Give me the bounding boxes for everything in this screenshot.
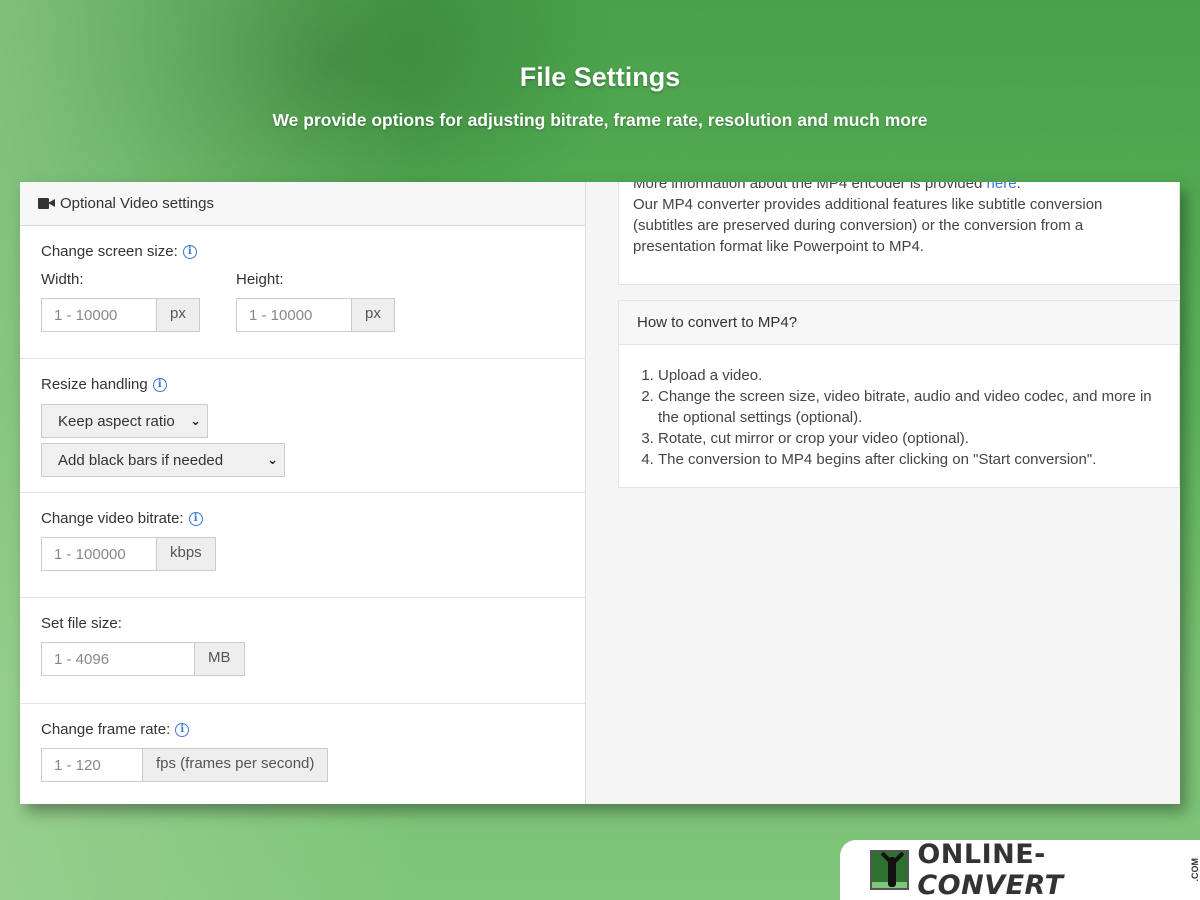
file-size-input[interactable]: [41, 642, 194, 676]
bitrate-section: Change video bitrate: i kbps: [20, 493, 585, 598]
video-settings-title: Optional Video settings: [60, 195, 214, 212]
file-size-label: Set file size:: [41, 615, 122, 632]
logo-domain: .COM: [1190, 858, 1200, 882]
howto-title: How to convert to MP4?: [619, 301, 1179, 345]
width-unit: px: [156, 298, 200, 332]
width-label: Width:: [41, 271, 84, 288]
encoder-info-link[interactable]: here: [987, 182, 1017, 192]
bitrate-input[interactable]: [41, 537, 156, 571]
video-settings-column: Optional Video settings Change screen si…: [20, 182, 586, 804]
logo-name-part2: CONVERT: [917, 870, 1064, 900]
video-camera-icon: [38, 198, 55, 209]
frame-rate-section: Change frame rate: i fps (frames per sec…: [20, 704, 585, 804]
encoder-info-text: More information about the MP4 encoder i…: [633, 182, 983, 192]
list-item: Rotate, cut mirror or crop your video (o…: [658, 428, 1169, 449]
height-label: Height:: [236, 271, 284, 288]
frame-rate-input-group: fps (frames per second): [41, 748, 329, 782]
chevron-down-icon: ⌄: [267, 452, 278, 467]
width-input[interactable]: [41, 298, 156, 332]
logo-name-part1: ONLINE-: [917, 839, 1046, 870]
black-bars-select[interactable]: Add black bars if needed ⌄: [41, 443, 285, 477]
video-settings-header: Optional Video settings: [20, 182, 585, 226]
info-icon[interactable]: i: [182, 244, 197, 259]
info-column: More information about the MP4 encoder i…: [586, 182, 1180, 804]
bitrate-unit: kbps: [156, 537, 216, 571]
info-icon[interactable]: i: [175, 722, 190, 737]
bitrate-label: Change video bitrate:: [41, 510, 184, 527]
list-item: Change the screen size, video bitrate, a…: [658, 386, 1169, 428]
info-icon[interactable]: i: [152, 377, 167, 392]
frame-rate-label: Change frame rate:: [41, 721, 171, 738]
howto-steps: Upload a video. Change the screen size, …: [619, 345, 1179, 470]
list-item: The conversion to MP4 begins after click…: [658, 449, 1169, 470]
file-size-unit: MB: [194, 642, 245, 676]
logo-wordmark: ONLINE-CONVERT: [917, 839, 1187, 900]
page-subtitle: We provide options for adjusting bitrate…: [272, 110, 928, 130]
encoder-info-box: More information about the MP4 encoder i…: [618, 182, 1180, 285]
frame-rate-unit: fps (frames per second): [142, 748, 329, 782]
aspect-ratio-value: Keep aspect ratio: [58, 412, 175, 430]
resize-handling-section: Resize handling i Keep aspect ratio ⌄ Ad…: [20, 359, 585, 493]
height-input-group: px: [236, 298, 395, 332]
width-input-group: px: [41, 298, 200, 332]
aspect-ratio-select[interactable]: Keep aspect ratio ⌄: [41, 404, 208, 438]
resize-handling-label: Resize handling: [41, 376, 148, 393]
screen-size-label: Change screen size:: [41, 243, 178, 260]
list-item: Upload a video.: [658, 365, 1169, 386]
height-input[interactable]: [236, 298, 351, 332]
howto-box: How to convert to MP4? Upload a video. C…: [618, 300, 1180, 488]
black-bars-value: Add black bars if needed: [58, 451, 224, 469]
file-size-section: Set file size: MB: [20, 598, 585, 704]
chevron-down-icon: ⌄: [190, 413, 201, 428]
online-convert-logo: ONLINE-CONVERT .COM: [840, 839, 1200, 900]
logo-figure-icon: [870, 850, 910, 890]
screen-size-section: Change screen size: i Width: Height: px …: [20, 226, 585, 359]
file-size-input-group: MB: [41, 642, 245, 676]
frame-rate-input[interactable]: [41, 748, 142, 782]
settings-panel: Optional Video settings Change screen si…: [20, 182, 1180, 804]
height-unit: px: [351, 298, 395, 332]
page-title: File Settings: [519, 62, 681, 92]
info-icon[interactable]: i: [188, 511, 203, 526]
converter-features-text: Our MP4 converter provides additional fe…: [633, 196, 1103, 255]
bitrate-input-group: kbps: [41, 537, 216, 571]
